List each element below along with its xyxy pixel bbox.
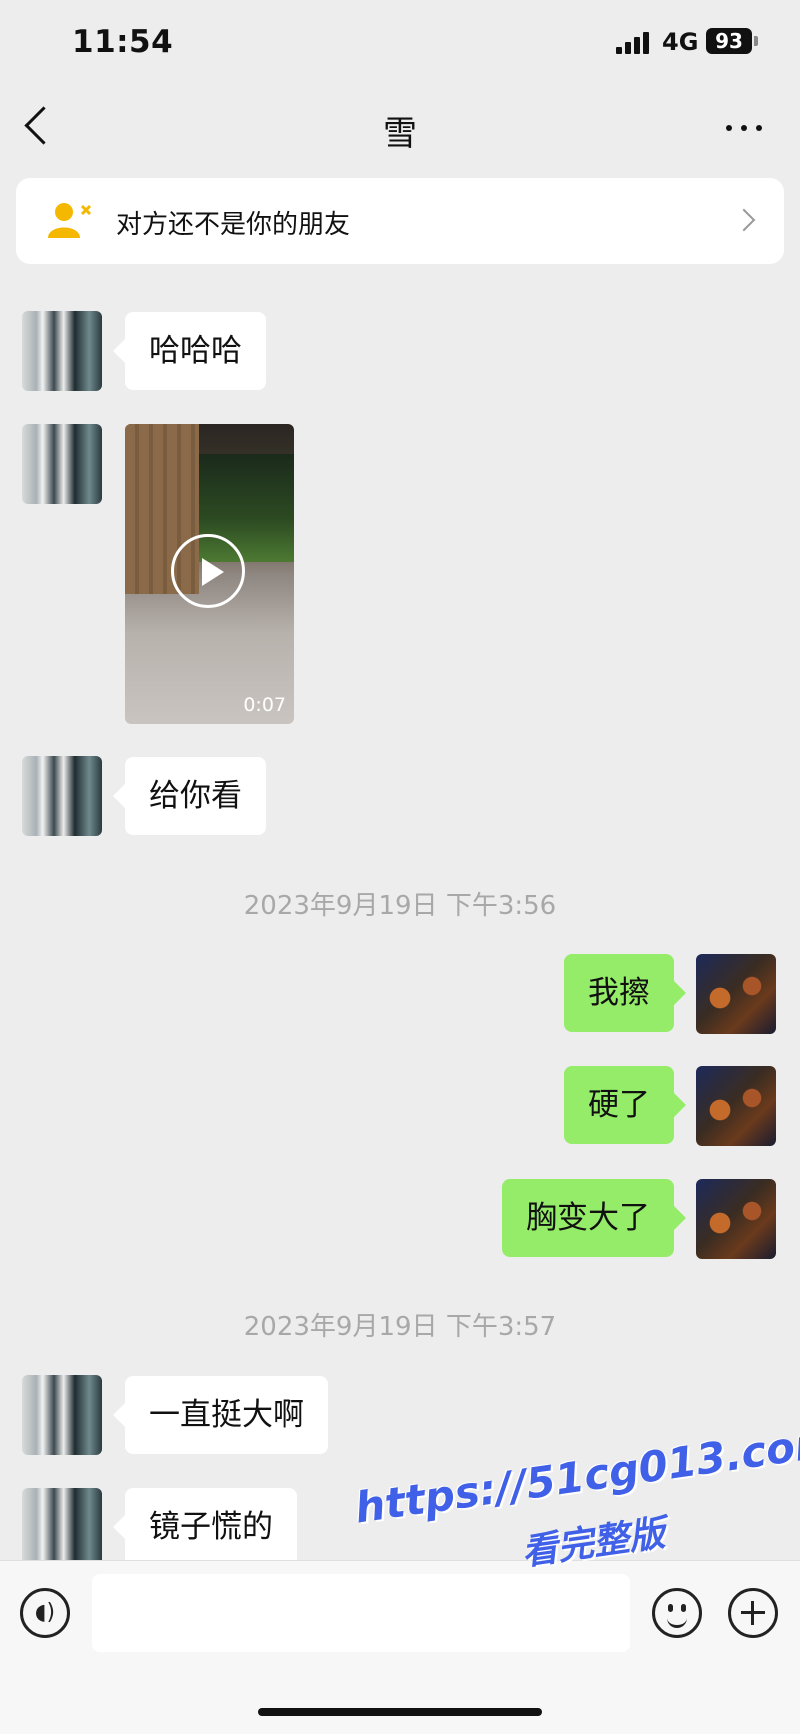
message-bubble[interactable]: 给你看 bbox=[113, 757, 266, 835]
banner-text: 对方还不是你的朋友 bbox=[116, 210, 351, 240]
status-time: 11:54 bbox=[72, 24, 174, 60]
battery-icon: 93 bbox=[706, 28, 752, 54]
avatar[interactable] bbox=[22, 756, 102, 836]
user-remove-icon bbox=[48, 203, 92, 238]
message-bubble[interactable]: 镜子慌的 bbox=[113, 1488, 297, 1566]
avatar[interactable] bbox=[22, 1375, 102, 1455]
message-bubble[interactable]: 硬了 bbox=[564, 1066, 686, 1144]
home-indicator bbox=[258, 1708, 542, 1716]
page-title: 雪 bbox=[383, 114, 417, 154]
avatar[interactable] bbox=[22, 1488, 102, 1568]
avatar[interactable] bbox=[696, 954, 776, 1034]
play-icon[interactable] bbox=[171, 534, 245, 608]
avatar[interactable] bbox=[696, 1066, 776, 1146]
message-bubble[interactable]: 哈哈哈 bbox=[113, 312, 266, 390]
video-message[interactable]: 0:07 bbox=[125, 424, 294, 724]
battery-tip bbox=[754, 36, 758, 46]
avatar[interactable] bbox=[22, 424, 102, 504]
message-bubble[interactable]: 一直挺大啊 bbox=[113, 1376, 328, 1454]
emoji-icon[interactable] bbox=[652, 1588, 702, 1638]
timestamp: 2023年9月19日 下午3:57 bbox=[243, 1312, 557, 1342]
message-bubble[interactable]: 我擦 bbox=[564, 954, 686, 1032]
video-duration: 0:07 bbox=[243, 694, 286, 716]
message-bubble[interactable]: 胸变大了 bbox=[502, 1179, 686, 1257]
network-label: 4G bbox=[662, 28, 699, 56]
avatar[interactable] bbox=[696, 1179, 776, 1259]
emoji-mouth bbox=[667, 1615, 687, 1628]
message-input[interactable] bbox=[92, 1574, 630, 1652]
timestamp: 2023年9月19日 下午3:56 bbox=[243, 891, 557, 921]
signal-icon bbox=[616, 32, 652, 54]
avatar[interactable] bbox=[22, 311, 102, 391]
voice-icon[interactable]: ◖) bbox=[20, 1588, 70, 1638]
more-icon[interactable] bbox=[726, 125, 762, 131]
plus-icon[interactable] bbox=[728, 1588, 778, 1638]
